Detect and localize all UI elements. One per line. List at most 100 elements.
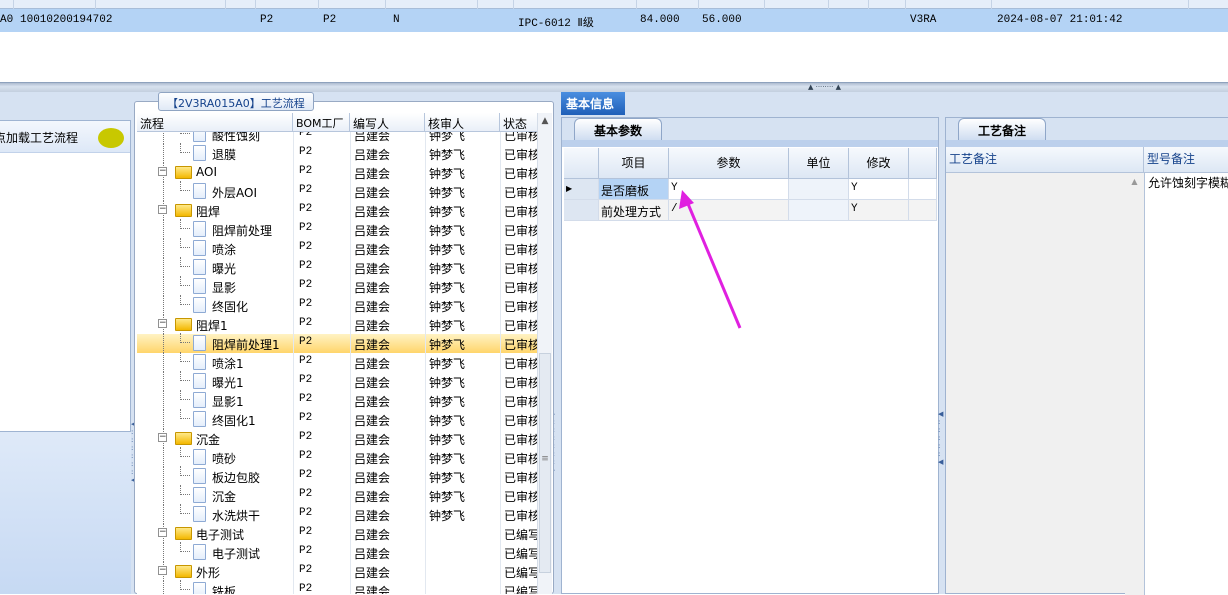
flow-name: 铣板 bbox=[212, 585, 237, 594]
column-header-bom-factory[interactable]: BOM工厂 bbox=[293, 113, 350, 132]
model-note-text[interactable]: 允许蚀刻字模糊 bbox=[1144, 173, 1228, 595]
horizontal-splitter[interactable]: ▲ ········ ▲ bbox=[0, 82, 1228, 92]
writer: 吕建会 bbox=[354, 376, 391, 390]
collapse-up-icon[interactable]: ▲ ········ ▲ bbox=[808, 83, 841, 91]
tree-row[interactable]: 阻焊前处理 P2 吕建会 钟梦飞 已审核 bbox=[137, 219, 537, 239]
status: 已审核 bbox=[504, 243, 537, 257]
status: 已审核 bbox=[504, 205, 537, 219]
tree-row[interactable]: 喷涂1 P2 吕建会 钟梦飞 已审核 bbox=[137, 352, 537, 372]
tree-row[interactable]: 显影 P2 吕建会 钟梦飞 已审核 bbox=[137, 276, 537, 296]
column-separator bbox=[500, 132, 501, 594]
flow-name: 终固化1 bbox=[212, 414, 256, 428]
param-value-cell[interactable]: / bbox=[669, 200, 789, 221]
scroll-up-icon[interactable]: ▲ bbox=[538, 116, 552, 126]
tree-row[interactable]: 退膜 P2 吕建会 钟梦飞 已审核 bbox=[137, 143, 537, 163]
document-icon bbox=[193, 259, 206, 275]
flag-cell: N bbox=[393, 14, 400, 26]
status: 已审核 bbox=[504, 186, 537, 200]
flow-name: 外形 bbox=[196, 566, 221, 580]
writer: 吕建会 bbox=[354, 585, 391, 594]
tree-row[interactable]: 铣板 P2 吕建会 已编写 bbox=[137, 580, 537, 594]
reviewer: 钟梦飞 bbox=[429, 300, 466, 314]
tree-row[interactable]: − AOI P2 吕建会 钟梦飞 已审核 bbox=[137, 162, 537, 182]
flow-tree-scrollbar[interactable]: ▲ ≡ bbox=[537, 113, 552, 594]
speech-bubble-icon[interactable] bbox=[98, 128, 124, 148]
bom-factory: P2 bbox=[299, 450, 313, 462]
tree-row[interactable]: 喷涂 P2 吕建会 钟梦飞 已审核 bbox=[137, 238, 537, 258]
param-value-cell[interactable]: Y bbox=[669, 179, 789, 200]
status: 已审核 bbox=[504, 395, 537, 409]
tree-row[interactable]: 曝光 P2 吕建会 钟梦飞 已审核 bbox=[137, 257, 537, 277]
writer: 吕建会 bbox=[354, 167, 391, 181]
writer: 吕建会 bbox=[354, 205, 391, 219]
reviewer: 钟梦飞 bbox=[429, 471, 466, 485]
column-header-item[interactable]: 项目 bbox=[599, 148, 669, 179]
param-item-cell[interactable]: 是否磨板 bbox=[599, 179, 669, 200]
tree-row[interactable]: − 阻焊1 P2 吕建会 钟梦飞 已审核 bbox=[137, 314, 537, 334]
param-modified-cell[interactable]: Y bbox=[849, 179, 909, 200]
document-icon bbox=[193, 392, 206, 408]
tree-row[interactable]: − 沉金 P2 吕建会 钟梦飞 已审核 bbox=[137, 428, 537, 448]
status: 已审核 bbox=[504, 490, 537, 504]
param-modified-cell[interactable]: Y bbox=[849, 200, 909, 221]
collapse-icon[interactable]: − bbox=[158, 433, 167, 442]
param-unit-cell[interactable] bbox=[789, 200, 849, 221]
column-header-process-note[interactable]: 工艺备注 bbox=[946, 147, 1144, 173]
flow-name: 外层AOI bbox=[212, 186, 257, 200]
tree-row[interactable]: 阻焊前处理1 P2 吕建会 钟梦飞 已审核 bbox=[137, 333, 537, 353]
tree-row[interactable]: 显影1 P2 吕建会 钟梦飞 已审核 bbox=[137, 390, 537, 410]
status: 已编写 bbox=[504, 547, 537, 561]
tree-row[interactable]: 电子测试 P2 吕建会 已编写 bbox=[137, 542, 537, 562]
scrollbar-thumb[interactable]: ≡ bbox=[539, 353, 551, 573]
tree-row[interactable]: 喷砂 P2 吕建会 钟梦飞 已审核 bbox=[137, 447, 537, 467]
tree-row[interactable]: − 阻焊 P2 吕建会 钟梦飞 已审核 bbox=[137, 200, 537, 220]
collapse-icon[interactable]: − bbox=[158, 566, 167, 575]
tree-row[interactable]: 曝光1 P2 吕建会 钟梦飞 已审核 bbox=[137, 371, 537, 391]
tree-row[interactable]: 终固化 P2 吕建会 钟梦飞 已审核 bbox=[137, 295, 537, 315]
collapse-icon[interactable]: − bbox=[158, 319, 167, 328]
column-separator bbox=[293, 132, 294, 594]
notes-scrollbar[interactable]: ▲ bbox=[1125, 173, 1144, 595]
param-item-cell[interactable]: 前处理方式 bbox=[599, 200, 669, 221]
tree-row[interactable]: 板边包胶 P2 吕建会 钟梦飞 已审核 bbox=[137, 466, 537, 486]
writer: 吕建会 bbox=[354, 471, 391, 485]
tree-row[interactable]: 沉金 P2 吕建会 钟梦飞 已审核 bbox=[137, 485, 537, 505]
tab-basic-params[interactable]: 基本参数 bbox=[574, 118, 662, 140]
column-header-reviewer[interactable]: 核审人 bbox=[425, 113, 500, 132]
status: 已审核 bbox=[504, 414, 537, 428]
param-unit-cell[interactable] bbox=[789, 179, 849, 200]
column-header-param[interactable]: 参数 bbox=[669, 148, 789, 179]
tree-row[interactable]: 终固化1 P2 吕建会 钟梦飞 已审核 bbox=[137, 409, 537, 429]
tree-row[interactable]: − 电子测试 P2 吕建会 已编写 bbox=[137, 523, 537, 543]
collapse-icon[interactable]: − bbox=[158, 167, 167, 176]
top-grid-selected-row[interactable]: A0 10010200194702 P2 P2 N IPC-6012 Ⅱ级 84… bbox=[0, 9, 1228, 32]
tab-basic-info[interactable]: 基本信息 bbox=[561, 92, 625, 115]
collapse-icon[interactable]: − bbox=[158, 528, 167, 537]
bom-factory: P2 bbox=[299, 317, 313, 329]
flow-name: 电子测试 bbox=[196, 528, 245, 542]
writer: 吕建会 bbox=[354, 338, 391, 352]
column-header-modified[interactable]: 修改 bbox=[849, 148, 909, 179]
collapse-icon[interactable]: − bbox=[158, 205, 167, 214]
row-header-corner bbox=[564, 148, 599, 179]
column-header-model-note[interactable]: 型号备注 bbox=[1144, 147, 1228, 173]
document-icon bbox=[193, 183, 206, 199]
flow-name: 阻焊前处理 bbox=[212, 224, 273, 238]
tree-row[interactable]: 水洗烘干 P2 吕建会 钟梦飞 已审核 bbox=[137, 504, 537, 524]
document-icon bbox=[193, 278, 206, 294]
flow-name: 终固化 bbox=[212, 300, 249, 314]
writer: 吕建会 bbox=[354, 528, 391, 542]
left-panel: 点加载工艺流程 bbox=[0, 120, 131, 594]
writer: 吕建会 bbox=[354, 262, 391, 276]
tree-row[interactable]: 外层AOI P2 吕建会 钟梦飞 已审核 bbox=[137, 181, 537, 201]
column-header-flow[interactable]: 流程 bbox=[137, 113, 293, 132]
tab-process-notes[interactable]: 工艺备注 bbox=[958, 118, 1046, 140]
reviewer: 钟梦飞 bbox=[429, 205, 466, 219]
right-splitter-handle[interactable]: ◀::::: ◀ bbox=[938, 410, 944, 490]
bom-factory: P2 bbox=[299, 146, 313, 158]
column-header-unit[interactable]: 单位 bbox=[789, 148, 849, 179]
column-header-status[interactable]: 状态 bbox=[500, 113, 537, 132]
column-header-writer[interactable]: 编写人 bbox=[350, 113, 425, 132]
tree-row[interactable]: − 外形 P2 吕建会 已编写 bbox=[137, 561, 537, 581]
value2-cell: 56.000 bbox=[702, 14, 742, 26]
